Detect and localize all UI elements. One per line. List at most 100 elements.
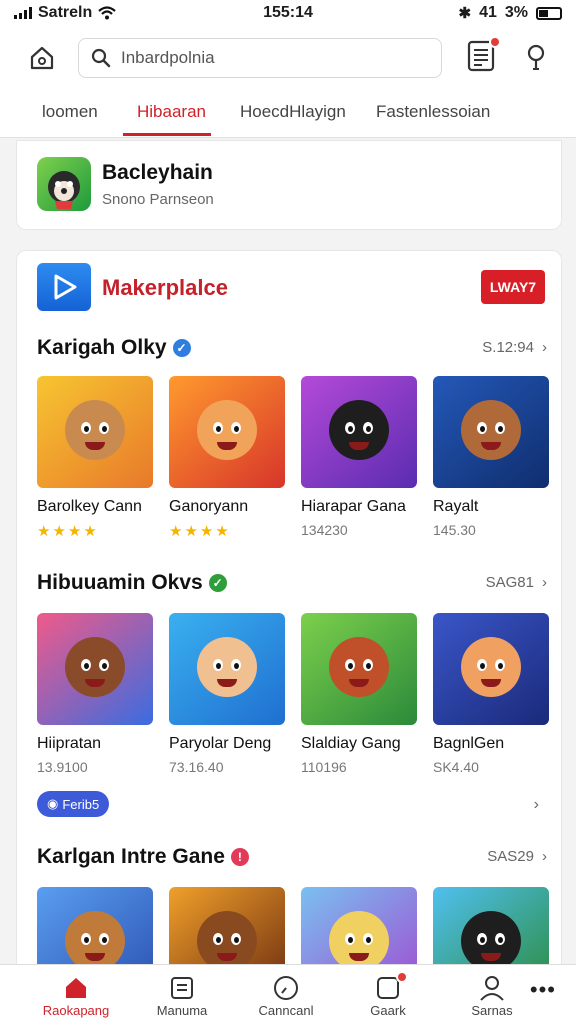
game-name: Barolkey Cann xyxy=(37,498,142,515)
game-card[interactable]: Barolkey Cann ★★★★ xyxy=(37,376,153,540)
list-icon xyxy=(171,977,193,999)
chevron-right-icon: › xyxy=(542,848,547,865)
more-dots-icon: ••• xyxy=(529,977,556,1002)
game-meta: SK4.40 xyxy=(433,759,479,775)
nav-item-home[interactable]: Raokapang xyxy=(26,973,126,1018)
game-name: Ganoryann xyxy=(169,498,249,515)
featured-app-card[interactable]: Bacleyhain Snono Parnseon xyxy=(16,140,562,230)
game-card[interactable]: Paryolar Deng 73.16.40 xyxy=(169,613,285,775)
game-thumbnail xyxy=(37,613,153,725)
section-header-3[interactable]: Karlgan Intre Gane! SAS29 › xyxy=(37,845,547,875)
tips-button[interactable] xyxy=(524,42,548,74)
tab-home[interactable]: loomen xyxy=(42,102,98,122)
nav-label: Sarnas xyxy=(471,1003,513,1018)
section-title: Karigah Olky xyxy=(37,336,167,359)
filter-chip-label: Ferib5 xyxy=(62,796,100,812)
section-header-1[interactable]: Karigah Olky ✓ S.12:94 › xyxy=(37,336,547,366)
marketplace-logo xyxy=(37,263,91,311)
game-meta: 110196 xyxy=(301,759,347,775)
game-meta: 134230 xyxy=(301,522,348,538)
game-thumbnail xyxy=(301,376,417,488)
marketplace-title: Makerplalce xyxy=(102,275,228,300)
store-home-button[interactable] xyxy=(26,42,58,74)
featured-app-title: Bacleyhain xyxy=(102,161,213,184)
featured-app-icon xyxy=(37,157,91,211)
home-icon xyxy=(66,978,86,998)
game-card[interactable]: Hiarapar Gana 134230 xyxy=(301,376,417,538)
nav-label: Gaark xyxy=(370,1003,406,1018)
status-bar: Satreln 155:14 ✱ 41 3% xyxy=(0,0,576,26)
chevron-right-icon: › xyxy=(542,339,547,356)
featured-app-subtitle: Snono Parnseon xyxy=(102,191,214,208)
search-placeholder: Inbardpolnia xyxy=(121,48,215,67)
section-header-2[interactable]: Hibuuamin Okvs ✓ SAG81 › xyxy=(37,571,547,601)
lightbulb-icon xyxy=(527,44,545,70)
bluetooth-icon: ✱ xyxy=(458,5,472,22)
game-name: Hiipratan xyxy=(37,735,102,752)
game-card[interactable]: BagnlGen SK4.40 xyxy=(433,613,549,775)
game-meta: 13.9100 xyxy=(37,759,88,775)
marketplace-action-button[interactable]: LWAY7 xyxy=(481,270,545,304)
game-card[interactable]: Rayalt 145.30 xyxy=(433,376,549,538)
game-thumbnail xyxy=(433,613,549,725)
game-card[interactable]: Hiipratan 13.9100 xyxy=(37,613,153,775)
section-title: Karlgan Intre Gane xyxy=(37,845,225,868)
game-name: Paryolar Deng xyxy=(169,735,272,752)
game-meta: 145.30 xyxy=(433,522,476,538)
tab-entertainment[interactable]: Hibaaran xyxy=(137,102,206,122)
more-options-button[interactable]: ••• xyxy=(530,977,556,1003)
game-thumbnail xyxy=(169,613,285,725)
verified-badge-icon: ✓ xyxy=(208,574,227,592)
nav-item-history[interactable]: Canncanl xyxy=(236,973,336,1018)
game-thumbnail xyxy=(169,376,285,488)
tab-category-4[interactable]: Fastenlessoian xyxy=(376,102,490,122)
filter-chip[interactable]: ◉ Ferib5 xyxy=(37,791,110,817)
game-name: Slaldiay Gang xyxy=(301,735,401,752)
carrier-label: Satreln xyxy=(38,4,93,21)
house-icon xyxy=(30,46,54,70)
nav-item-updates[interactable]: Gaark xyxy=(338,971,438,1018)
game-meta: 73.16.40 xyxy=(169,759,224,775)
section-count: SAG81 xyxy=(485,574,534,591)
badge-icon: ! xyxy=(230,848,249,866)
active-tab-indicator xyxy=(123,133,211,136)
circle-icon: ◉ xyxy=(47,796,59,811)
game-grid-2: Hiipratan 13.9100 Paryolar Deng 73.16.40 Sla… xyxy=(37,613,549,783)
tab-category-3[interactable]: HoecdHlayign xyxy=(240,102,346,122)
game-name: Hiarapar Gana xyxy=(301,498,406,515)
nav-label: Canncanl xyxy=(258,1003,314,1018)
search-input[interactable]: Inbardpolnia xyxy=(78,38,442,78)
game-grid-1: Barolkey Cann ★★★★ Ganoryann ★★★★ Hiarapar G… xyxy=(37,376,549,546)
section-count: S.12:94 xyxy=(482,339,534,356)
notification-badge xyxy=(489,36,501,48)
nav-item-profile[interactable]: Sarnas xyxy=(442,973,542,1018)
battery-text: 3% xyxy=(504,4,528,21)
chevron-right-icon: › xyxy=(542,574,547,591)
section-title: Hibuuamin Okvs xyxy=(37,571,203,594)
person-icon xyxy=(480,976,504,1001)
wifi-icon xyxy=(98,6,116,20)
game-thumbnail xyxy=(301,613,417,725)
search-icon xyxy=(91,48,111,68)
app-header: Inbardpolnia loomen Hibaaran HoecdHlayig… xyxy=(0,26,576,138)
nav-label: Manuma xyxy=(156,1003,208,1018)
game-thumbnail xyxy=(433,376,549,488)
bottom-navigation: Raokapang Manuma Canncanl Gaark Sarnas •… xyxy=(0,964,576,1024)
clock-icon xyxy=(274,976,298,1000)
play-icon xyxy=(54,274,77,300)
nav-badge xyxy=(396,971,408,983)
category-tabs: loomen Hibaaran HoecdHlayign Fastenlesso… xyxy=(0,98,576,138)
game-name: Rayalt xyxy=(433,498,479,515)
signal-icon xyxy=(14,7,32,19)
battery-icon xyxy=(536,6,562,20)
game-card[interactable]: Slaldiay Gang 110196 xyxy=(301,613,417,775)
nav-item-menu[interactable]: Manuma xyxy=(132,973,232,1018)
chevron-right-icon[interactable]: › xyxy=(534,796,539,814)
section-count: SAS29 xyxy=(487,848,534,865)
game-thumbnail xyxy=(37,376,153,488)
game-card[interactable]: Ganoryann ★★★★ xyxy=(169,376,285,540)
notifications-button[interactable] xyxy=(466,36,501,75)
rating-stars-icon: ★★★★ xyxy=(169,523,231,540)
nav-label: Raokapang xyxy=(42,1003,110,1018)
game-name: BagnlGen xyxy=(433,735,505,752)
